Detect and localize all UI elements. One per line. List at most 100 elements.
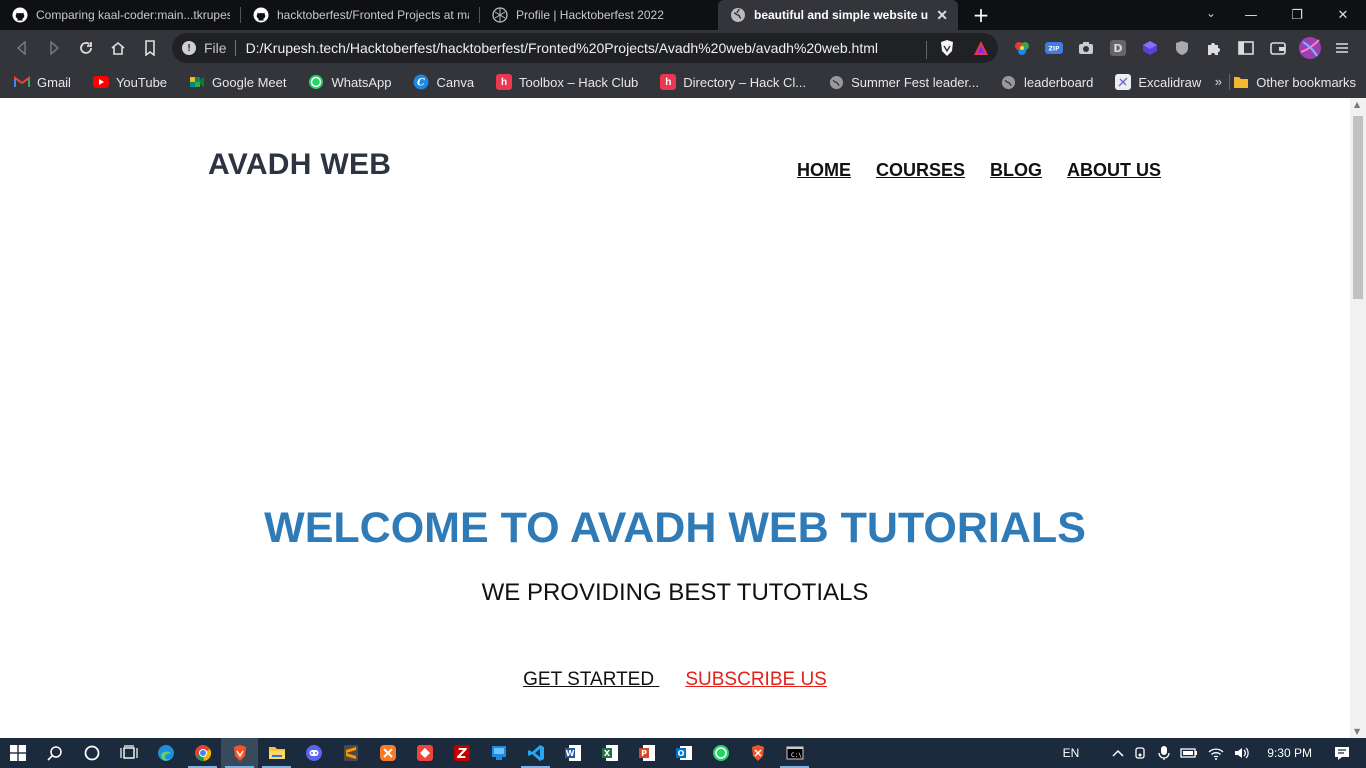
brave-icon[interactable]: [221, 738, 258, 768]
cube-extension-icon[interactable]: [1134, 36, 1166, 60]
chevron-down-icon[interactable]: ⌄: [1206, 6, 1216, 20]
bookmark-canva[interactable]: C Canva: [399, 74, 482, 90]
start-icon[interactable]: [0, 738, 36, 768]
meet-now-icon[interactable]: [1129, 746, 1153, 760]
bookmark-label: WhatsApp: [331, 74, 392, 90]
bookmark-label: Excalidraw: [1138, 74, 1202, 90]
wifi-icon[interactable]: [1203, 746, 1229, 760]
home-icon[interactable]: [102, 32, 134, 64]
excel-icon[interactable]: X: [591, 738, 628, 768]
vscode-icon[interactable]: [517, 738, 554, 768]
scrollbar-thumb[interactable]: [1353, 116, 1363, 299]
clock[interactable]: 9:30 PM: [1255, 746, 1326, 760]
language-indicator[interactable]: EN: [1058, 746, 1108, 760]
url-text[interactable]: D:/Krupesh.tech/Hacktoberfest/hacktoberf…: [246, 40, 878, 56]
color-picker-extension-icon[interactable]: [1006, 36, 1038, 60]
svg-text:C: C: [417, 78, 425, 89]
tab-profile[interactable]: Profile | Hacktoberfest 2022: [480, 0, 718, 30]
battery-icon[interactable]: [1175, 747, 1203, 759]
close-icon[interactable]: ✕: [936, 7, 948, 24]
cortana-icon[interactable]: [73, 738, 110, 768]
bookmark-icon[interactable]: [134, 32, 166, 64]
address-bar[interactable]: ! File D:/Krupesh.tech/Hacktoberfest/hac…: [172, 33, 998, 63]
sublime-text-icon[interactable]: [332, 738, 369, 768]
bookmarks-overflow-button[interactable]: »: [1215, 74, 1222, 89]
reload-icon[interactable]: [70, 32, 102, 64]
xampp-icon[interactable]: [369, 738, 406, 768]
minimize-icon[interactable]: —: [1228, 8, 1274, 23]
tab-comparing[interactable]: Comparing kaal-coder:main...tkrupesh: [0, 0, 240, 30]
whatsapp-icon: [308, 74, 324, 90]
globe-icon: [828, 74, 844, 90]
profile-avatar-icon[interactable]: [1294, 36, 1326, 60]
task-view-icon[interactable]: [110, 738, 147, 768]
volume-icon[interactable]: [1229, 746, 1255, 760]
zip-extension-icon[interactable]: ZIP: [1038, 36, 1070, 60]
tab-title: hacktoberfest/Fronted Projects at main: [277, 8, 469, 22]
chrome-icon[interactable]: [184, 738, 221, 768]
search-icon[interactable]: [36, 738, 73, 768]
edge-icon[interactable]: [147, 738, 184, 768]
info-icon[interactable]: !: [182, 41, 196, 55]
page-viewport: AVADH WEB HOME COURSES BLOG ABOUT US WEL…: [0, 98, 1350, 738]
anydesk-icon[interactable]: [406, 738, 443, 768]
tab-hacktoberfest-repo[interactable]: hacktoberfest/Fronted Projects at main: [241, 0, 479, 30]
brave-nightly-icon[interactable]: [739, 738, 776, 768]
svg-text:C:\: C:\: [791, 752, 802, 759]
bookmark-label: Google Meet: [212, 74, 287, 90]
bookmark-google-meet[interactable]: Google Meet: [175, 74, 294, 90]
chevron-up-icon[interactable]: [1107, 749, 1129, 757]
puzzle-icon[interactable]: [1198, 36, 1230, 60]
tab-title: Comparing kaal-coder:main...tkrupesh: [36, 8, 230, 22]
svg-text:O: O: [677, 749, 684, 758]
brave-rewards-icon[interactable]: [973, 40, 989, 60]
subscribe-link[interactable]: SUBSCRIBE US: [685, 669, 826, 691]
shield-extension-icon[interactable]: [1166, 36, 1198, 60]
menu-icon[interactable]: [1326, 36, 1358, 60]
site-nav: HOME COURSES BLOG ABOUT US: [797, 160, 1186, 181]
whatsapp-icon[interactable]: [702, 738, 739, 768]
file-explorer-icon[interactable]: [258, 738, 295, 768]
scroll-up-icon[interactable]: ▲: [1354, 100, 1360, 109]
bookmark-gmail[interactable]: Gmail: [0, 74, 79, 90]
word-icon[interactable]: W: [554, 738, 591, 768]
cta-group: GET STARTED SUBSCRIBE US: [0, 669, 1350, 691]
bookmark-directory-hack-club[interactable]: h Directory – Hack Cl...: [646, 74, 814, 90]
restore-icon[interactable]: ❐: [1274, 8, 1320, 23]
browser-toolbar: ! File D:/Krupesh.tech/Hacktoberfest/hac…: [0, 30, 1366, 66]
wallet-icon[interactable]: [1262, 36, 1294, 60]
new-tab-button[interactable]: +: [970, 3, 992, 27]
hero-subtitle: WE PROVIDING BEST TUTOTIALS: [481, 579, 869, 606]
scroll-down-icon[interactable]: ▼: [1354, 727, 1360, 736]
close-window-icon[interactable]: ✕: [1320, 8, 1366, 23]
cmd-icon[interactable]: C:\: [776, 738, 813, 768]
dark-reader-extension-icon[interactable]: D: [1102, 36, 1134, 60]
sidebar-icon[interactable]: [1230, 36, 1262, 60]
github-icon: [12, 7, 28, 23]
vertical-scrollbar[interactable]: ▲ ▼: [1350, 98, 1366, 738]
nav-blog-link[interactable]: BLOG: [990, 160, 1042, 181]
forward-icon[interactable]: [38, 32, 70, 64]
filezilla-icon[interactable]: Z: [443, 738, 480, 768]
outlook-icon[interactable]: O: [665, 738, 702, 768]
nav-home-link[interactable]: HOME: [797, 160, 851, 181]
other-bookmarks[interactable]: Other bookmarks: [1233, 66, 1356, 98]
camera-extension-icon[interactable]: [1070, 36, 1102, 60]
discord-icon[interactable]: [295, 738, 332, 768]
bookmark-summer-fest[interactable]: Summer Fest leader...: [814, 74, 987, 90]
powerpoint-icon[interactable]: P: [628, 738, 665, 768]
back-icon[interactable]: [6, 32, 38, 64]
notification-icon[interactable]: [1326, 745, 1366, 761]
nav-courses-link[interactable]: COURSES: [876, 160, 965, 181]
microphone-icon[interactable]: [1153, 745, 1175, 761]
tab-active-website[interactable]: beautiful and simple website using ✕: [718, 0, 958, 30]
vmware-icon[interactable]: [480, 738, 517, 768]
bookmark-whatsapp[interactable]: WhatsApp: [294, 74, 399, 90]
brave-shields-icon[interactable]: [939, 39, 955, 61]
bookmark-leaderboard[interactable]: leaderboard: [987, 74, 1101, 90]
nav-about-us-link[interactable]: ABOUT US: [1067, 160, 1161, 181]
bookmark-excalidraw[interactable]: Excalidraw: [1101, 74, 1209, 90]
get-started-link[interactable]: GET STARTED: [523, 669, 659, 691]
bookmark-toolbox-hack-club[interactable]: h Toolbox – Hack Club: [482, 74, 646, 90]
bookmark-youtube[interactable]: YouTube: [79, 74, 175, 90]
